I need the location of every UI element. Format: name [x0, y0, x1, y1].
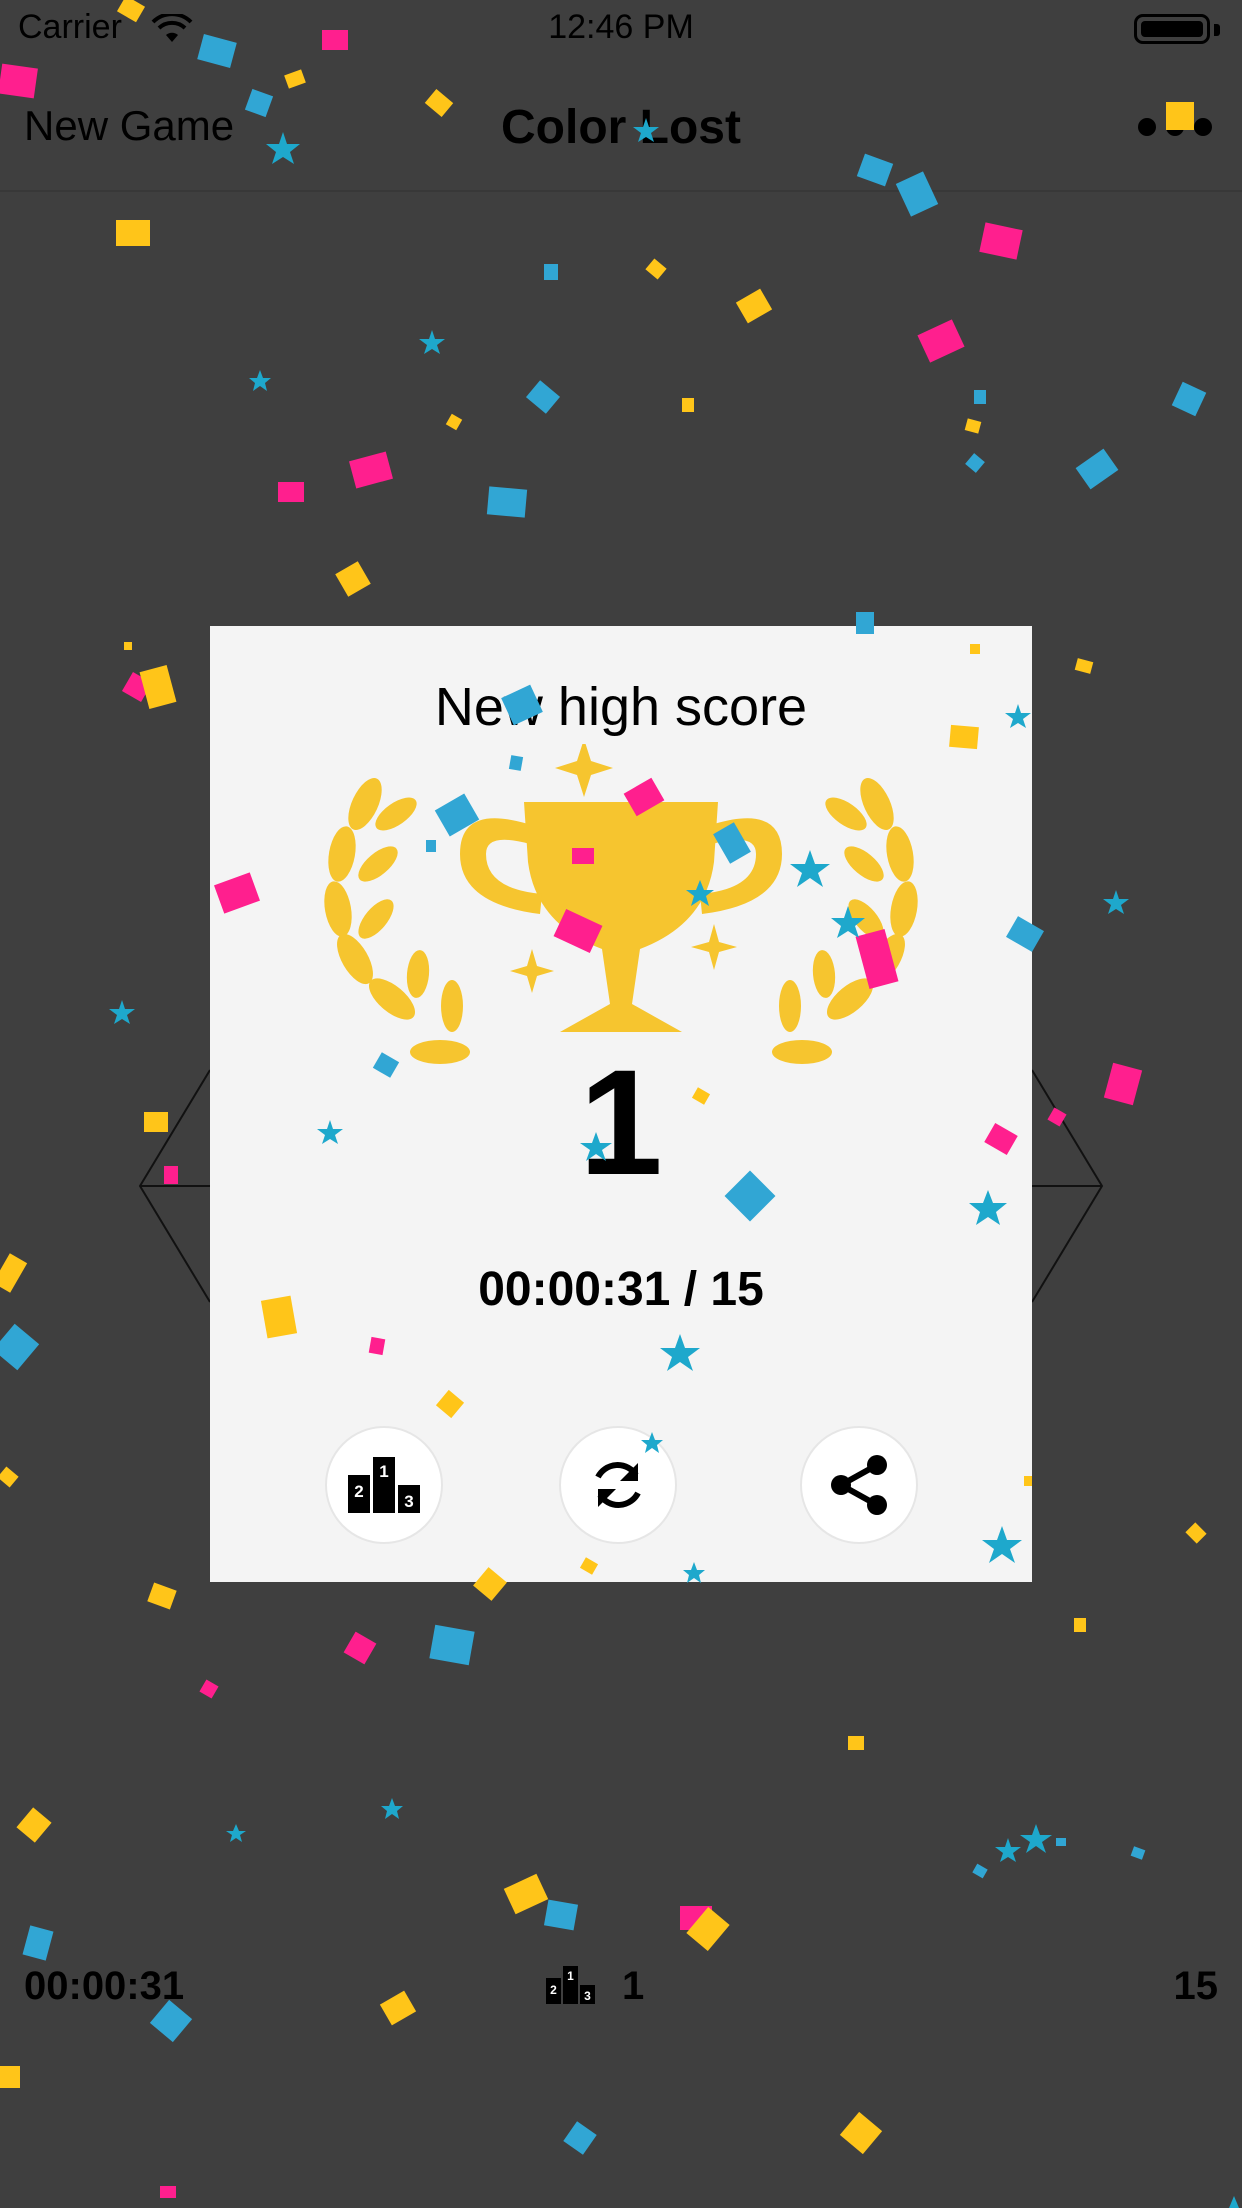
more-dots-icon[interactable]: [1138, 118, 1212, 136]
svg-text:1: 1: [567, 1969, 574, 1983]
rank-value: 1: [622, 1964, 645, 2008]
page-title: Color Lost: [501, 101, 741, 154]
leaderboard-button[interactable]: 2 1 3: [325, 1426, 443, 1544]
svg-text:2: 2: [354, 1482, 363, 1501]
score-value: 1: [579, 1038, 663, 1206]
svg-text:2: 2: [550, 1983, 557, 1997]
battery-icon: [1134, 14, 1210, 44]
podium-icon: 2 1 3: [546, 1966, 595, 2004]
navigation-bar: New Game Color Lost: [0, 60, 1242, 192]
high-score-dialog: New high score 1 00:00:31 / 15 2 1 3: [210, 626, 1032, 1582]
svg-text:3: 3: [584, 1989, 591, 2003]
share-icon: [831, 1455, 887, 1515]
elapsed-time: 00:00:31: [24, 1964, 185, 2008]
restart-button[interactable]: [559, 1426, 677, 1544]
podium-icon: 2 1 3: [348, 1457, 420, 1513]
dialog-title: New high score: [434, 677, 808, 737]
svg-text:1: 1: [379, 1462, 388, 1481]
refresh-icon: [595, 1462, 641, 1508]
moves-count: 15: [1173, 1964, 1219, 2008]
status-time: 12:46 PM: [548, 8, 694, 46]
puzzle-shape-left: [138, 1069, 211, 1303]
svg-text:3: 3: [404, 1492, 413, 1511]
battery-cap: [1214, 24, 1220, 36]
puzzle-shape-right: [1031, 1069, 1104, 1303]
time-moves-label: 00:00:31 / 15: [478, 1263, 764, 1316]
status-bar: Carrier 12:46 PM: [0, 0, 1242, 60]
share-button[interactable]: [800, 1426, 918, 1544]
trophy-laurel-icon: [324, 744, 918, 1064]
